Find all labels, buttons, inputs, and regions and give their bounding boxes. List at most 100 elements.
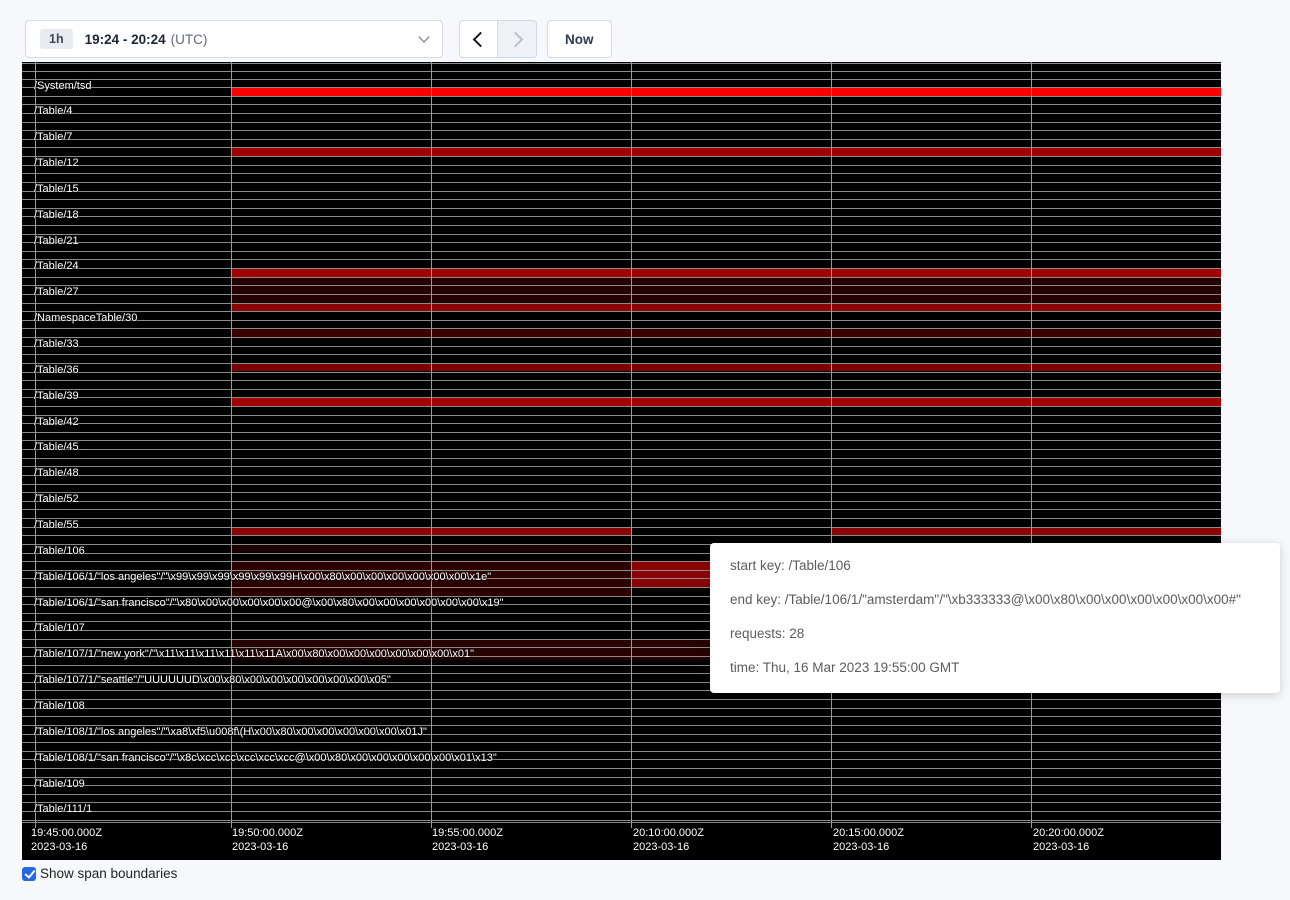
row-label: /Table/106: [34, 546, 85, 557]
h-gridline: [22, 466, 1221, 467]
prev-range-button[interactable]: [459, 20, 498, 58]
key-visualizer-canvas[interactable]: /System/tsd/Table/4/Table/7/Table/12/Tab…: [22, 62, 1221, 860]
h-gridline: [22, 372, 1221, 373]
row-label: /Table/45: [34, 442, 79, 453]
heat-band: [831, 527, 1221, 536]
h-gridline: [22, 380, 1221, 381]
h-gridline: [22, 716, 1221, 717]
h-gridline: [22, 294, 1221, 295]
h-gridline: [22, 259, 1221, 260]
h-gridline: [22, 708, 1221, 709]
h-gridline: [22, 415, 1221, 416]
row-label: /Table/109: [34, 779, 85, 790]
h-gridline: [22, 71, 1221, 72]
h-gridline: [22, 406, 1221, 407]
h-gridline: [22, 104, 1221, 105]
row-label: /Table/39: [34, 391, 79, 402]
row-label: /Table/27: [34, 287, 79, 298]
row-label: /Table/107: [34, 623, 85, 634]
heat-band: [232, 397, 1221, 406]
row-label: /Table/7: [34, 132, 73, 143]
range-nav-group: [459, 20, 537, 58]
toolbar: 1h 19:24 - 20:24 (UTC) Now: [25, 20, 612, 58]
x-axis-date: 2023-03-16: [432, 840, 503, 854]
bucket-tooltip: start key: /Table/106 end key: /Table/10…: [710, 543, 1280, 693]
x-axis-tick: 20:10:00.000Z2023-03-16: [633, 826, 704, 854]
x-axis-tick: 19:45:00.000Z2023-03-16: [31, 826, 102, 854]
h-gridline: [22, 87, 1221, 88]
h-gridline: [22, 268, 1221, 269]
x-axis-tick: 19:55:00.000Z2023-03-16: [432, 826, 503, 854]
v-gridline: [231, 62, 232, 828]
row-label: /Table/24: [34, 261, 79, 272]
x-axis-time: 19:45:00.000Z: [31, 826, 102, 840]
heat-band: [232, 329, 1221, 338]
h-gridline: [22, 208, 1221, 209]
h-gridline: [22, 501, 1221, 502]
h-gridline: [22, 328, 1221, 329]
row-label: /Table/15: [34, 184, 79, 195]
h-gridline: [22, 63, 1221, 64]
row-label: /Table/55: [34, 520, 79, 531]
row-label: /Table/106/1/"san francisco"/"\x80\x00\x…: [34, 598, 504, 609]
range-utc-suffix: (UTC): [171, 32, 208, 47]
next-range-button[interactable]: [498, 20, 537, 58]
row-label: /Table/108/1/"san francisco"/"\x8c\xcc\x…: [34, 753, 497, 764]
h-gridline: [22, 173, 1221, 174]
h-gridline: [22, 811, 1221, 812]
h-gridline: [22, 509, 1221, 510]
h-gridline: [22, 242, 1221, 243]
heat-band: [631, 561, 711, 587]
row-label: /Table/111/1: [34, 804, 92, 815]
v-gridline: [431, 62, 432, 828]
row-label: /Table/108: [34, 701, 85, 712]
h-gridline: [22, 742, 1221, 743]
row-label: /Table/33: [34, 339, 79, 350]
h-gridline: [22, 768, 1221, 769]
row-label: /Table/106/1/"los angeles"/"\x99\x99\x99…: [34, 572, 491, 583]
h-gridline: [22, 113, 1221, 114]
h-gridline: [22, 475, 1221, 476]
h-gridline: [22, 440, 1221, 441]
row-label: /Table/21: [34, 236, 79, 247]
chevron-left-icon: [473, 31, 489, 47]
h-gridline: [22, 311, 1221, 312]
h-gridline: [22, 199, 1221, 200]
h-gridline: [22, 285, 1221, 286]
row-label: /Table/107/1/"seattle"/"UUUUUUD\x00\x80\…: [34, 675, 391, 686]
now-button[interactable]: Now: [547, 20, 612, 58]
row-label: /NamespaceTable/30: [34, 313, 137, 324]
time-range-picker[interactable]: 1h 19:24 - 20:24 (UTC): [25, 20, 443, 58]
h-gridline: [22, 122, 1221, 123]
v-gridline: [631, 62, 632, 828]
x-axis-date: 2023-03-16: [1033, 840, 1104, 854]
h-gridline: [22, 535, 1221, 536]
h-gridline: [22, 182, 1221, 183]
h-gridline: [22, 147, 1221, 148]
x-axis-date: 2023-03-16: [833, 840, 904, 854]
h-gridline: [22, 822, 1221, 823]
h-gridline: [22, 423, 1221, 424]
tooltip-end-key: end key: /Table/106/1/"amsterdam"/"\xb33…: [730, 593, 1266, 607]
h-gridline: [22, 802, 1221, 803]
row-label: /System/tsd: [34, 81, 91, 92]
v-gridline: [1031, 62, 1032, 828]
show-span-boundaries-checkbox[interactable]: [22, 867, 36, 881]
h-gridline: [22, 492, 1221, 493]
h-gridline: [22, 785, 1221, 786]
h-gridline: [22, 216, 1221, 217]
x-axis-tick: 20:15:00.000Z2023-03-16: [833, 826, 904, 854]
x-axis-date: 2023-03-16: [31, 840, 102, 854]
x-axis-tick: 19:50:00.000Z2023-03-16: [232, 826, 303, 854]
h-gridline: [22, 363, 1221, 364]
x-axis-time: 20:20:00.000Z: [1033, 826, 1104, 840]
h-gridline: [22, 96, 1221, 97]
h-gridline: [22, 79, 1221, 80]
h-gridline: [22, 777, 1221, 778]
show-span-boundaries-label: Show span boundaries: [40, 866, 177, 881]
h-gridline: [22, 354, 1221, 355]
heat-band: [232, 147, 1221, 156]
heat-band: [232, 277, 1221, 303]
h-gridline: [22, 303, 1221, 304]
h-gridline: [22, 320, 1221, 321]
